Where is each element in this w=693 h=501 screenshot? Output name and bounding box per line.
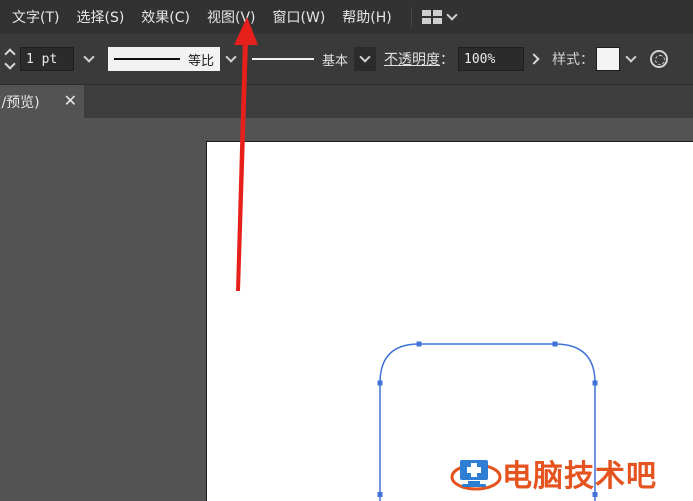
computer-plus-logo-icon: [450, 460, 502, 491]
canvas-overlay: [234, 17, 598, 501]
anchor-point[interactable]: [416, 341, 422, 347]
annotation-arrow: [234, 17, 258, 291]
watermark-text: 电脑技术吧: [502, 459, 657, 494]
anchor-point[interactable]: [377, 492, 383, 497]
anchor-point[interactable]: [377, 380, 383, 386]
anchor-point[interactable]: [592, 380, 598, 386]
anchor-point[interactable]: [552, 341, 558, 347]
watermark: 电脑技术吧: [450, 451, 657, 495]
